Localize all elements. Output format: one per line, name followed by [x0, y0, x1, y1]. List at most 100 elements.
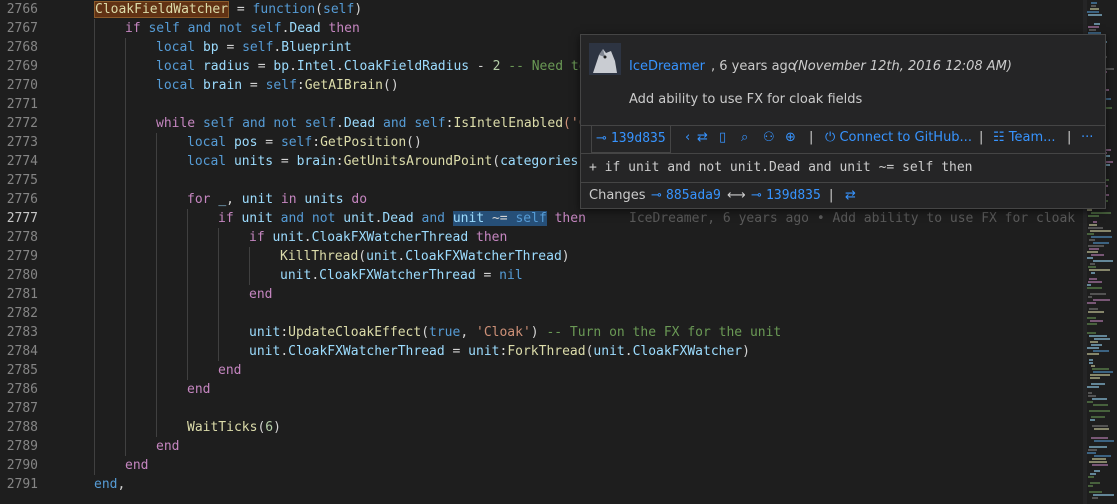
minimap-line [1090, 419, 1095, 421]
search-icon[interactable]: ⌕ [741, 125, 748, 151]
minimap-line [1089, 29, 1096, 31]
code-line: end [187, 382, 211, 397]
line-number: 2782 [6, 306, 38, 321]
more-actions-button[interactable]: ··· [1081, 125, 1093, 151]
minimap-line [1087, 332, 1096, 334]
code-line: while self and not self.Dead and self:Is… [156, 116, 587, 131]
minimap-line [1093, 494, 1114, 496]
line-number: 2772 [6, 116, 38, 131]
indent-guide [156, 133, 157, 437]
minimap-line [1092, 458, 1106, 460]
diff-line: + if unit and not unit.Dead and unit ~= … [589, 160, 973, 175]
minimap-line [1089, 410, 1110, 412]
line-number: 2783 [6, 325, 38, 340]
minimap-line [1090, 8, 1099, 10]
minimap-line [1093, 404, 1108, 406]
minimap-line [1089, 224, 1097, 226]
minimap-line [1088, 449, 1097, 451]
line-number: 2790 [6, 458, 38, 473]
line-number: 2786 [6, 382, 38, 397]
minimap-line [1087, 287, 1102, 289]
globe-icon[interactable]: ⊕ [785, 125, 796, 151]
minimap-line [1088, 245, 1104, 247]
from-commit-link[interactable]: ⊸ 885ada9 [651, 183, 721, 209]
minimap-line [1092, 368, 1109, 370]
indent-guide [125, 38, 126, 456]
minimap-line [1087, 257, 1093, 259]
minimap-line [1087, 401, 1093, 403]
minimap-line [1091, 2, 1097, 4]
separator: | [829, 188, 834, 203]
code-line: WaitTicks(6) [187, 420, 281, 435]
team-button[interactable]: ☷ Team... [993, 125, 1056, 151]
changes-label: Changes [589, 188, 646, 203]
code-line: if self and not self.Dead then [125, 21, 360, 36]
minimap-line [1090, 482, 1100, 484]
line-number: 2773 [6, 135, 38, 150]
minimap-line [1087, 317, 1096, 319]
commit-sha-button[interactable]: ⊸ 139d835 [591, 125, 671, 153]
line-number: 2791 [6, 477, 38, 492]
minimap-line [1094, 428, 1109, 430]
line-number: 2784 [6, 344, 38, 359]
minimap-line [1091, 272, 1095, 274]
minimap-line [1089, 362, 1093, 364]
code-line: local brain = self:GetAIBrain() [156, 78, 399, 93]
minimap-line [1087, 11, 1099, 13]
minimap-line [1088, 296, 1092, 298]
commit-icon: ⊸ [751, 188, 762, 203]
minimap-line [1092, 497, 1098, 499]
commit-icon: ⊸ [596, 131, 607, 146]
line-number: 2788 [6, 420, 38, 435]
minimap-line [1087, 233, 1094, 235]
minimap-line [1091, 254, 1104, 256]
author-link[interactable]: IceDreamer [629, 59, 705, 74]
minimap-line [1090, 374, 1110, 376]
minimap-line [1089, 461, 1107, 463]
commit-date: (November 12th, 2016 12:08 AM) [793, 59, 1012, 74]
minimap-line [1092, 464, 1108, 466]
code-line: unit.CloakFXWatcherThread = unit:ForkThr… [249, 344, 750, 359]
minimap-line [1089, 446, 1107, 448]
minimap-line [1090, 341, 1098, 343]
connect-github-button[interactable]: ⏻ Connect to GitHub... [825, 125, 972, 151]
line-number: 2787 [6, 401, 38, 416]
line-number: 2767 [6, 21, 38, 36]
code-line: local pos = self:GetPosition() [187, 135, 422, 150]
separator: | [979, 130, 984, 145]
line-number: 2766 [6, 2, 38, 17]
minimap-line [1091, 383, 1105, 385]
code-line: end [249, 287, 273, 302]
minimap-line [1093, 260, 1113, 262]
line-number: 2779 [6, 249, 38, 264]
minimap-line [1088, 26, 1099, 28]
minimap-line [1088, 227, 1103, 229]
minimap-line [1087, 284, 1091, 286]
minimap-line [1089, 269, 1110, 271]
line-number: 2776 [6, 192, 38, 207]
minimap-line [1093, 221, 1097, 223]
minimap-line [1091, 416, 1105, 418]
graph-icon[interactable]: ⚇ [763, 125, 775, 151]
open-panel-icon[interactable]: ▯ [719, 125, 726, 151]
minimap-line [1087, 251, 1098, 253]
minimap-line [1088, 14, 1102, 16]
code-line: end [218, 363, 242, 378]
code-line: KillThread(unit.CloakFXWatcherThread) [280, 249, 570, 264]
code-editor[interactable]: 2766 2767 2768 2769 2770 2771 2772 2773 … [0, 0, 1117, 504]
to-commit-link[interactable]: ⊸ 139d835 [751, 183, 821, 209]
indent-guide [249, 247, 250, 285]
compare-icon[interactable]: ⇄ [697, 125, 708, 151]
minimap-line [1089, 335, 1107, 337]
minimap-line [1093, 371, 1113, 373]
line-number: 2771 [6, 97, 38, 112]
line-number: 2789 [6, 439, 38, 454]
compare-icon[interactable]: ⇄ [845, 183, 856, 209]
previous-revision-icon[interactable]: ‹ [685, 125, 690, 151]
indent-guide [94, 19, 95, 475]
minimap-line [1090, 473, 1096, 475]
code-line-active: if unit and not unit.Dead and unit ~= se… [218, 211, 586, 226]
minimap-line [1088, 281, 1102, 283]
indent-guide [218, 228, 219, 361]
code-line: for _, unit in units do [187, 192, 368, 207]
